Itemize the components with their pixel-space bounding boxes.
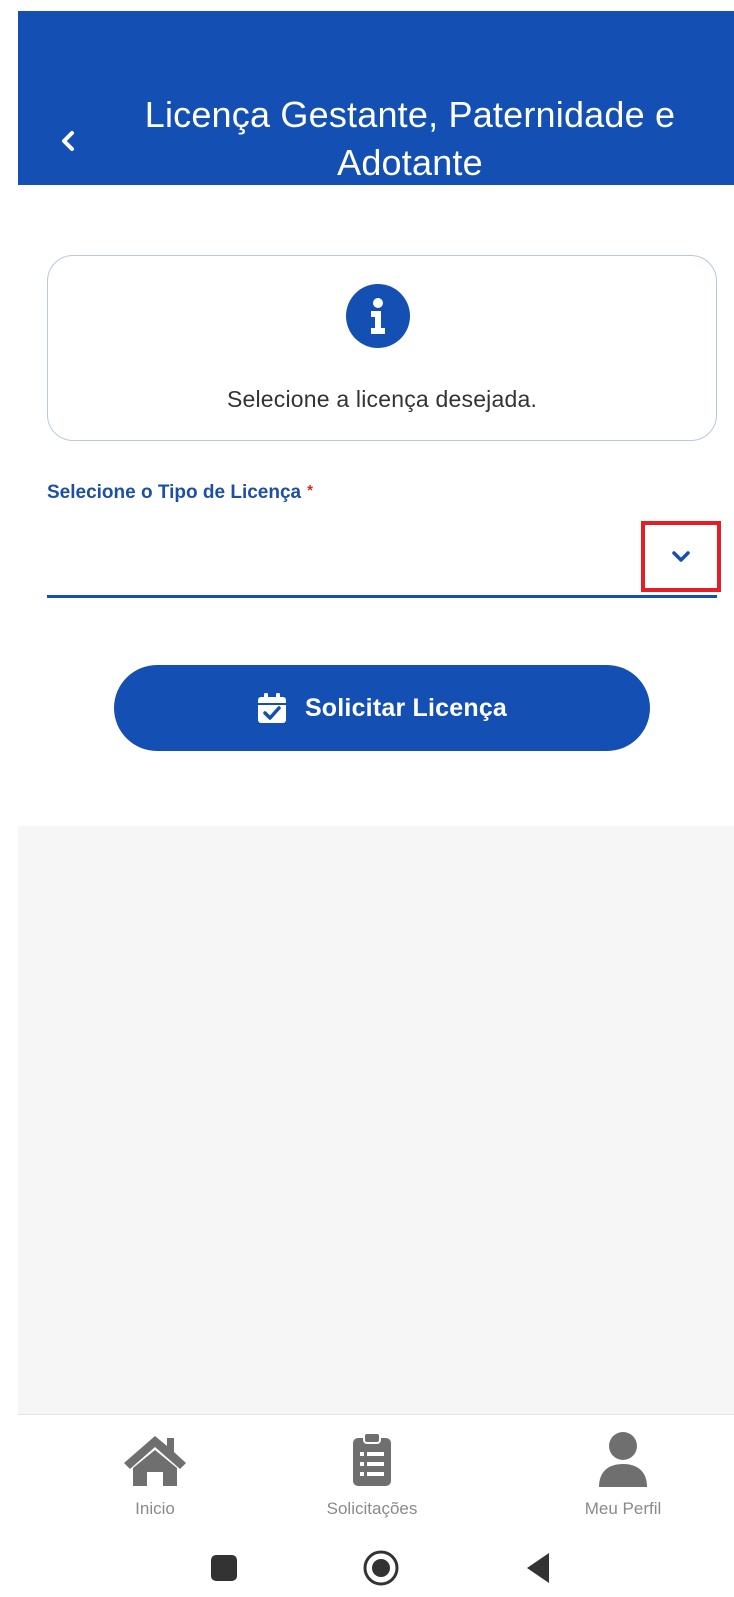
nav-item-solicitacoes[interactable]: Solicitações bbox=[282, 1429, 462, 1529]
request-license-label: Solicitar Licença bbox=[304, 693, 508, 722]
nav-label-solicitacoes: Solicitações bbox=[326, 1499, 418, 1518]
chevron-down-icon bbox=[672, 550, 690, 562]
app-header: Licença Gestante, Paternidade e Adotante bbox=[18, 11, 734, 185]
chevron-left-icon bbox=[62, 131, 74, 151]
nav-item-meu-perfil[interactable]: Meu Perfil bbox=[533, 1429, 713, 1529]
license-type-select[interactable] bbox=[47, 530, 717, 594]
home-system-button[interactable] bbox=[359, 1546, 403, 1590]
license-type-label-text: Selecione o Tipo de Licença bbox=[47, 482, 302, 503]
info-icon bbox=[346, 284, 410, 348]
square-icon bbox=[211, 1555, 237, 1581]
triangle-back-icon bbox=[527, 1553, 549, 1583]
license-type-label: Selecione o Tipo de Licença * bbox=[47, 482, 313, 504]
select-underline bbox=[47, 595, 717, 598]
clipboard-list-icon bbox=[352, 1429, 392, 1491]
info-message: Selecione a licença desejada. bbox=[226, 386, 538, 412]
user-icon bbox=[597, 1429, 649, 1491]
circle-icon bbox=[363, 1550, 399, 1586]
recents-button[interactable] bbox=[202, 1546, 246, 1590]
nav-label-inicio: Inicio bbox=[135, 1499, 175, 1518]
dropdown-toggle-button[interactable] bbox=[641, 521, 721, 592]
bottom-navigation: Inicio Solicitações Meu Perfil bbox=[18, 1414, 734, 1535]
nav-label-meu-perfil: Meu Perfil bbox=[584, 1499, 662, 1518]
nav-item-inicio[interactable]: Inicio bbox=[65, 1429, 245, 1529]
calendar-check-icon bbox=[257, 693, 286, 723]
home-icon bbox=[122, 1429, 188, 1491]
content-area bbox=[18, 826, 734, 1414]
required-mark: * bbox=[307, 482, 313, 499]
request-license-button[interactable]: Solicitar Licença bbox=[114, 665, 650, 751]
back-system-button[interactable] bbox=[516, 1546, 560, 1590]
info-card: Selecione a licença desejada. bbox=[47, 255, 717, 441]
screen: Licença Gestante, Paternidade e Adotante… bbox=[0, 0, 734, 1597]
back-button[interactable] bbox=[46, 121, 90, 161]
system-nav-bar bbox=[18, 1534, 734, 1597]
page-title: Licença Gestante, Paternidade e Adotante bbox=[144, 94, 676, 183]
